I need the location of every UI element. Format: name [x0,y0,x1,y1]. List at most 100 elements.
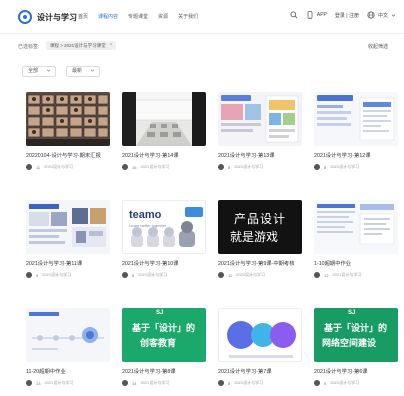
course-meta: 14 2021设计与学习 [122,380,206,386]
course-title[interactable]: 2021设计与学习-第9课-中期考核 [218,259,302,267]
thumb-headline-line1: 基于「设计」的 [132,323,196,333]
course-thumbnail[interactable] [26,92,110,146]
course-title[interactable]: 2021设计与学习-第7课 [218,367,302,375]
course-thumbnail[interactable] [26,308,110,362]
sort-select[interactable]: 最新 [66,66,100,77]
course-category: 2021设计与学习 [140,380,170,385]
course-category: 2021设计与学习 [234,380,264,385]
course-meta: 9 2021设计与学习 [26,272,110,278]
course-card[interactable]: 1-10超期中作业 12 2021设计与学习 [314,200,398,278]
course-card[interactable]: 2021设计与学习-第7课 8 2021设计与学习 [218,308,302,386]
views-icon [314,380,320,386]
course-meta: 8 2021设计与学习 [122,272,206,278]
course-meta: 11 2021设计与学习 [218,272,302,278]
language-switch[interactable]: 中文 [367,11,396,19]
course-title[interactable]: 2021设计与学习-第10课 [122,259,206,267]
course-meta: 13 2021设计与学习 [26,380,110,386]
course-thumbnail[interactable]: SJ 基于「设计」的 网络空间建设 [314,308,398,362]
course-meta: 9 2021设计与学习 [314,380,398,386]
thumb-headline-line1: 产品设计 [234,212,287,226]
views-icon [314,164,320,170]
course-meta: 16 2021设计与学习 [122,164,206,170]
course-title[interactable]: 1-10超期中作业 [314,259,398,267]
views-icon [26,164,32,170]
nav-item-home[interactable]: 首页 [78,13,88,20]
category-select[interactable]: 全部 [22,66,56,77]
view-count: 8 [132,272,135,278]
course-title[interactable]: 2021设计与学习-第12课 [314,151,398,159]
course-card[interactable]: 2021设计与学习-第14课 16 2021设计与学习 [122,92,206,170]
login-register-link[interactable]: 登录 | 注册 [335,12,359,19]
view-count: 9 [36,272,39,278]
course-title[interactable]: 2021设计与学习-第8课 [122,367,206,375]
course-title[interactable]: 2021设计与学习-第11课 [26,259,110,267]
course-thumbnail[interactable]: 产品设计 就是游戏 [218,200,302,254]
collapse-filter-link[interactable]: 收起筛选 [368,43,388,50]
slide-collage-image [314,92,398,146]
view-count: 8 [228,380,231,386]
course-card[interactable]: 2021设计与学习-第11课 9 2021设计与学习 [26,200,110,278]
search-icon[interactable] [290,11,298,19]
course-card[interactable]: SJ 基于「设计」的 创客教育 2021设计与学习-第8课 14 2021设计与… [122,308,206,386]
phone-icon [307,11,313,19]
slide-collage-image [314,200,398,254]
course-thumbnail[interactable]: teamo Learn better together [122,200,206,254]
course-card[interactable]: 11-20超期中作业 13 2021设计与学习 [26,308,110,386]
course-title[interactable]: 2021设计与学习-第13课 [218,151,302,159]
chevron-down-icon [90,69,95,72]
header-actions: APP 登录 | 注册 中文 [290,11,396,19]
course-thumbnail[interactable] [314,92,398,146]
sort-selectors: 全部 最新 [22,66,100,77]
course-thumbnail[interactable] [218,308,302,362]
course-card[interactable]: 2021设计与学习-第12课 8 2021设计与学习 [314,92,398,170]
selected-tags-label: 已选标签: [18,44,40,50]
filter-bar: 已选标签: 课程 > 2021设计与学习课堂 × 收起筛选 [18,40,388,52]
brand-title[interactable]: 设计与学习 [37,12,77,23]
course-thumbnail[interactable] [122,92,206,146]
diagram-slide-image [26,308,110,362]
course-title[interactable]: 2021设计与学习-第14课 [122,151,206,159]
view-count: 14 [132,380,137,386]
course-title[interactable]: 11-20超期中作业 [26,367,110,375]
remove-tag-icon[interactable]: × [110,41,113,50]
logo-icon[interactable] [18,10,32,24]
view-count: 11 [36,164,41,170]
views-icon [314,272,320,278]
classroom-image [122,92,206,146]
views-icon [122,380,128,386]
thumb-headline-line2: 网络空间建设 [322,338,377,348]
course-card[interactable]: 产品设计 就是游戏 2021设计与学习-第9课-中期考核 11 2021设计与学… [218,200,302,278]
view-count: 16 [132,164,137,170]
course-title[interactable]: 2021设计与学习-第6课 [314,367,398,375]
views-icon [122,272,128,278]
video-conference-image [26,92,110,146]
course-card[interactable]: SJ 基于「设计」的 网络空间建设 2021设计与学习-第6课 9 2021设计… [314,308,398,386]
views-icon [122,164,128,170]
chevron-down-icon [46,69,51,72]
course-thumbnail[interactable] [26,200,110,254]
circles-diagram-image [219,309,301,361]
selected-tag[interactable]: 课程 > 2021设计与学习课堂 × [46,41,116,50]
course-category: 2021设计与学习 [332,272,362,277]
course-card[interactable]: 20220104-设计与学习-期末汇报 11 2021设计与学习 [26,92,110,170]
course-meta: 12 2021设计与学习 [314,272,398,278]
course-category: 2021设计与学习 [44,164,74,169]
nav-item-resources[interactable]: 资源 [158,13,168,20]
course-meta: 8 2021设计与学习 [314,164,398,170]
course-thumbnail[interactable]: SJ 基于「设计」的 创客教育 [122,308,206,362]
nav-item-about[interactable]: 关于我们 [178,13,198,20]
course-thumbnail[interactable] [218,92,302,146]
course-title[interactable]: 20220104-设计与学习-期末汇报 [26,151,110,159]
view-count: 11 [228,272,233,278]
view-count: 8 [324,164,327,170]
course-card[interactable]: teamo Learn better together 2021设计与学习-第1… [122,200,206,278]
chevron-down-icon [391,14,396,17]
course-card[interactable]: 2021设计与学习-第13课 8 2021设计与学习 [218,92,302,170]
main-nav: 首页 课程内容 专题课堂 资源 关于我们 [78,13,198,20]
top-header: 设计与学习 首页 课程内容 专题课堂 资源 关于我们 APP 登录 | 注册 中… [0,0,404,34]
nav-item-topics[interactable]: 专题课堂 [128,13,148,20]
nav-item-courses[interactable]: 课程内容 [98,13,118,20]
slide-collage-image [26,200,110,254]
app-download[interactable]: APP [306,11,327,19]
course-thumbnail[interactable] [314,200,398,254]
